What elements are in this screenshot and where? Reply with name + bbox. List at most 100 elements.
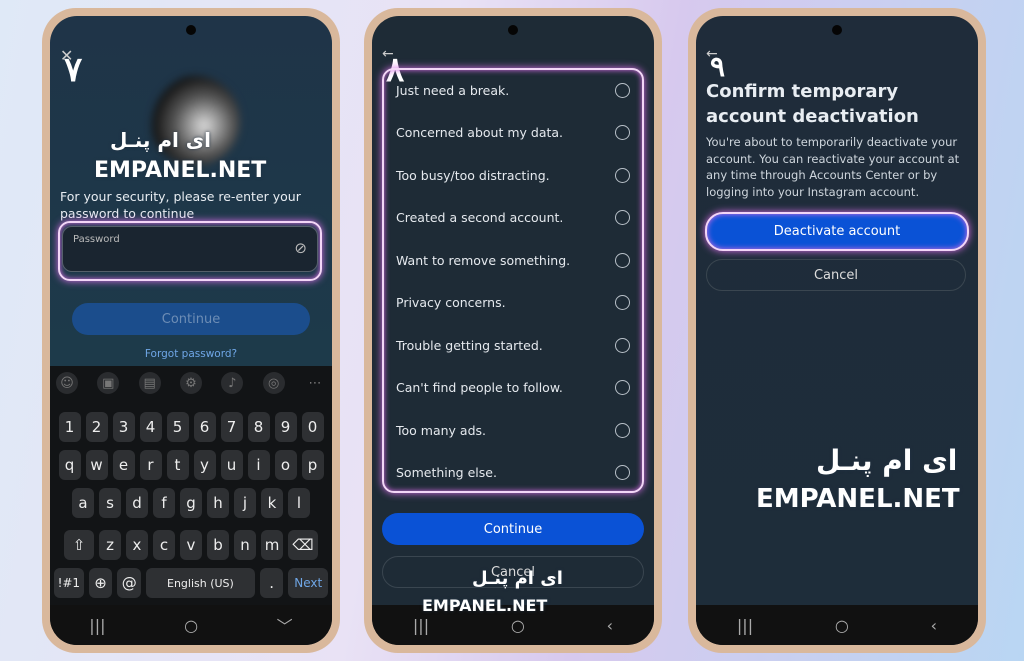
reason-option[interactable]: Concerned about my data. — [396, 123, 630, 143]
key[interactable]: g — [180, 488, 202, 518]
key[interactable]: 3 — [112, 412, 135, 442]
reason-option[interactable]: Just need a break. — [396, 80, 630, 100]
key[interactable]: a — [72, 488, 94, 518]
key[interactable]: l — [288, 488, 310, 518]
key[interactable]: 2 — [85, 412, 108, 442]
emoji-icon[interactable]: ☺ — [56, 372, 78, 394]
recents-icon[interactable]: ||| — [89, 616, 105, 635]
recents-icon[interactable]: ||| — [737, 616, 753, 635]
nav-bar: ||| ○ ﹀ — [50, 605, 332, 645]
key[interactable]: v — [180, 530, 202, 560]
nav-bar: ||| ○ ‹ — [696, 605, 978, 645]
key[interactable]: k — [261, 488, 283, 518]
continue-button[interactable]: Continue — [72, 303, 310, 335]
reason-option[interactable]: Created a second account. — [396, 208, 630, 228]
globe-icon[interactable]: ⊕ — [88, 568, 113, 598]
key[interactable]: d — [126, 488, 148, 518]
key[interactable]: i — [247, 450, 270, 480]
shift-key[interactable]: ⇧ — [64, 530, 94, 560]
more-icon[interactable]: ⋯ — [304, 372, 326, 394]
password-input[interactable]: Password ⊘ — [62, 226, 318, 272]
radio-button[interactable] — [615, 210, 630, 225]
reason-option[interactable]: Privacy concerns. — [396, 293, 630, 313]
back-icon[interactable]: ﹀ — [277, 613, 293, 637]
radio-button[interactable] — [615, 465, 630, 480]
eye-off-icon[interactable]: ⊘ — [294, 239, 307, 257]
home-icon[interactable]: ○ — [835, 616, 849, 635]
key[interactable]: n — [234, 530, 256, 560]
reason-option[interactable]: Something else. — [396, 463, 630, 483]
mic-icon[interactable]: ♪ — [221, 372, 244, 394]
at-key[interactable]: @ — [117, 568, 142, 598]
radio-button[interactable] — [615, 167, 630, 183]
key[interactable]: 0 — [301, 412, 324, 442]
key[interactable]: x — [126, 530, 148, 560]
key[interactable]: h — [207, 488, 229, 518]
key[interactable]: s — [99, 488, 121, 518]
watermark-persian: ای ام پنـل — [816, 444, 958, 477]
reason-option[interactable]: Want to remove something. — [396, 250, 630, 270]
key[interactable]: 4 — [139, 412, 162, 442]
reason-label: Want to remove something. — [396, 252, 571, 268]
reason-option[interactable]: Too many ads. — [396, 420, 630, 440]
key[interactable]: 9 — [274, 412, 297, 442]
key[interactable]: f — [153, 488, 175, 518]
clipboard-icon[interactable]: ▣ — [97, 372, 120, 394]
key[interactable]: t — [166, 450, 189, 480]
radio-button[interactable] — [615, 337, 630, 353]
camera — [508, 25, 518, 35]
gear-icon[interactable]: ⚙ — [179, 372, 202, 394]
cancel-button[interactable]: Cancel — [706, 259, 966, 291]
key[interactable]: p — [301, 450, 324, 480]
key[interactable]: q — [58, 450, 81, 480]
camera — [832, 25, 842, 35]
home-icon[interactable]: ○ — [184, 616, 198, 635]
radio-button[interactable] — [615, 252, 630, 268]
back-icon[interactable]: ‹ — [607, 616, 613, 635]
continue-button[interactable]: Continue — [382, 513, 644, 545]
reason-option[interactable]: Trouble getting started. — [396, 335, 630, 355]
radio-button[interactable] — [615, 82, 630, 98]
reason-option[interactable]: Too busy/too distracting. — [396, 165, 630, 185]
key[interactable]: 7 — [220, 412, 243, 442]
next-key[interactable]: Next — [288, 568, 329, 598]
deactivate-account-button[interactable]: Deactivate account — [705, 212, 969, 251]
key[interactable]: u — [220, 450, 243, 480]
notes-icon[interactable]: ▤ — [138, 372, 161, 394]
key[interactable]: 1 — [58, 412, 81, 442]
reason-label: Too busy/too distracting. — [396, 167, 550, 183]
watermark-persian: ای ام پنـل — [472, 568, 563, 589]
phone-confirm: ← ۹ Confirm temporary account deactivati… — [688, 8, 986, 653]
camera — [186, 25, 196, 35]
home-icon[interactable]: ○ — [511, 616, 525, 635]
key[interactable]: w — [85, 450, 108, 480]
translate-icon[interactable]: ◎ — [262, 372, 285, 394]
symbols-key[interactable]: !#1 — [54, 568, 84, 598]
recents-icon[interactable]: ||| — [413, 616, 429, 635]
forgot-password-link[interactable]: Forgot password? — [50, 348, 332, 360]
radio-button[interactable] — [615, 380, 630, 395]
key[interactable]: 6 — [193, 412, 216, 442]
key[interactable]: o — [274, 450, 297, 480]
key[interactable]: j — [234, 488, 256, 518]
radio-button[interactable] — [615, 295, 630, 310]
backspace-key[interactable]: ⌫ — [288, 530, 318, 560]
radio-button[interactable] — [615, 422, 630, 438]
reason-label: Privacy concerns. — [396, 295, 506, 310]
reason-option[interactable]: Can't find people to follow. — [396, 378, 630, 398]
key[interactable]: 5 — [166, 412, 189, 442]
key[interactable]: m — [261, 530, 283, 560]
reason-label: Concerned about my data. — [396, 125, 564, 140]
key[interactable]: z — [99, 530, 121, 560]
key[interactable]: b — [207, 530, 229, 560]
key[interactable]: 8 — [247, 412, 270, 442]
key[interactable]: e — [112, 450, 135, 480]
key[interactable]: c — [153, 530, 175, 560]
back-icon[interactable]: ‹ — [931, 616, 937, 635]
key[interactable]: r — [139, 450, 162, 480]
period-key[interactable]: . — [259, 568, 284, 598]
key[interactable]: y — [193, 450, 216, 480]
reasons-list: Just need a break. Concerned about my dat… — [382, 68, 644, 493]
radio-button[interactable] — [615, 125, 630, 140]
space-key[interactable]: English (US) — [146, 568, 255, 598]
